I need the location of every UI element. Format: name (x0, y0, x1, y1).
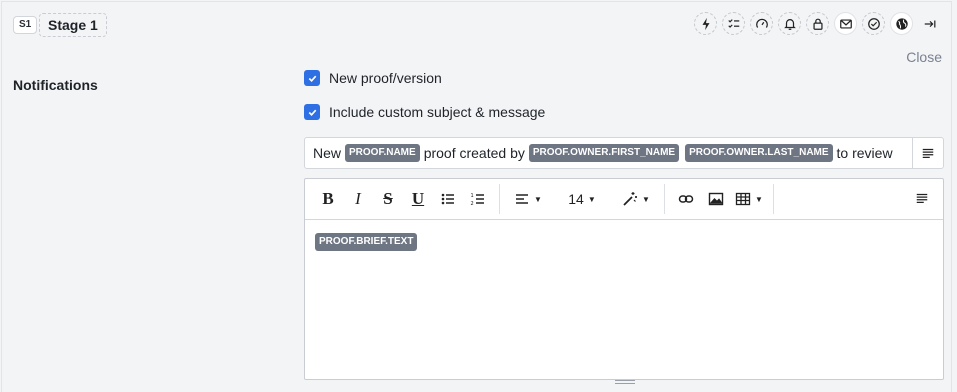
underline-button[interactable]: U (403, 185, 433, 213)
image-button[interactable] (701, 185, 731, 213)
link-icon (678, 195, 694, 203)
editor-toolbar: B I S U 12 ▼ 14 ▼ ▼ ▼ (305, 179, 943, 220)
custom-message-option[interactable]: Include custom subject & message (304, 104, 545, 120)
toolbar-divider (499, 184, 500, 214)
image-icon (708, 192, 724, 206)
bell-icon[interactable] (778, 12, 801, 35)
new-proof-option[interactable]: New proof/version (304, 70, 442, 86)
lightning-icon[interactable] (694, 12, 717, 35)
toolbar-divider (773, 184, 774, 214)
editor-menu-button[interactable] (915, 191, 929, 210)
stage-toolbar (694, 12, 941, 35)
globe-icon[interactable] (890, 12, 913, 35)
align-left-icon (516, 194, 529, 204)
bold-button[interactable]: B (313, 185, 343, 213)
bullet-list-icon (441, 193, 454, 205)
token-owner-last-name[interactable]: PROOF.OWNER.LAST_NAME (685, 144, 833, 162)
chevron-down-icon: ▼ (755, 194, 763, 204)
font-size-dropdown[interactable]: 14 ▼ (560, 185, 604, 213)
subject-field[interactable]: New PROOF.NAME proof created by PROOF.OW… (304, 137, 944, 169)
custom-message-checkbox[interactable] (304, 104, 320, 120)
lock-icon[interactable] (806, 12, 829, 35)
numbered-list-icon: 12 (471, 193, 484, 207)
subject-middle: proof created by (423, 145, 525, 161)
chevron-down-icon: ▼ (642, 194, 650, 204)
stage-name[interactable]: Stage 1 (39, 13, 107, 37)
link-button[interactable] (671, 185, 701, 213)
svg-text:1: 1 (471, 193, 474, 199)
font-size-value: 14 (568, 191, 584, 207)
new-proof-label: New proof/version (329, 70, 442, 86)
custom-message-label: Include custom subject & message (329, 104, 546, 120)
message-editor: B I S U 12 ▼ 14 ▼ ▼ ▼ PROOF.BRIEF.TEXT (304, 178, 944, 384)
bullet-list-button[interactable] (433, 185, 463, 213)
token-proof-name[interactable]: PROOF.NAME (345, 144, 420, 162)
stage-panel: S1 Stage 1 Close Notifications New proof… (1, 1, 952, 392)
chevron-down-icon: ▼ (587, 194, 596, 204)
token-brief-text[interactable]: PROOF.BRIEF.TEXT (315, 233, 418, 251)
chevron-down-icon: ▼ (534, 194, 542, 204)
italic-button[interactable]: I (343, 185, 373, 213)
collapse-icon[interactable] (918, 12, 941, 35)
resize-handle-icon[interactable] (615, 372, 635, 384)
subject-prefix: New (313, 145, 342, 161)
subject-content[interactable]: New PROOF.NAME proof created by PROOF.OW… (305, 144, 912, 162)
magic-dropdown[interactable]: ▼ (614, 185, 658, 213)
toolbar-divider (664, 184, 665, 214)
token-owner-first-name[interactable]: PROOF.OWNER.FIRST_NAME (528, 144, 680, 162)
approval-icon[interactable] (862, 12, 885, 35)
table-icon (735, 192, 751, 206)
numbered-list-button[interactable]: 12 (463, 185, 493, 213)
checklist-icon[interactable] (722, 12, 745, 35)
stage-tag: S1 (13, 16, 38, 34)
subject-suffix: to review (836, 145, 893, 161)
align-dropdown[interactable]: ▼ (506, 185, 550, 213)
subject-menu-button[interactable] (912, 138, 943, 168)
magic-wand-icon (623, 192, 638, 206)
close-link[interactable]: Close (906, 49, 942, 65)
editor-body[interactable]: PROOF.BRIEF.TEXT (305, 220, 943, 262)
strikethrough-button[interactable]: S (373, 185, 403, 213)
mail-icon[interactable] (834, 12, 857, 35)
lines-icon (922, 148, 934, 158)
svg-text:2: 2 (471, 201, 474, 207)
lines-icon (916, 193, 928, 203)
notifications-label: Notifications (13, 77, 98, 93)
new-proof-checkbox[interactable] (304, 70, 320, 86)
table-dropdown[interactable]: ▼ (731, 185, 767, 213)
gauge-icon[interactable] (750, 12, 773, 35)
